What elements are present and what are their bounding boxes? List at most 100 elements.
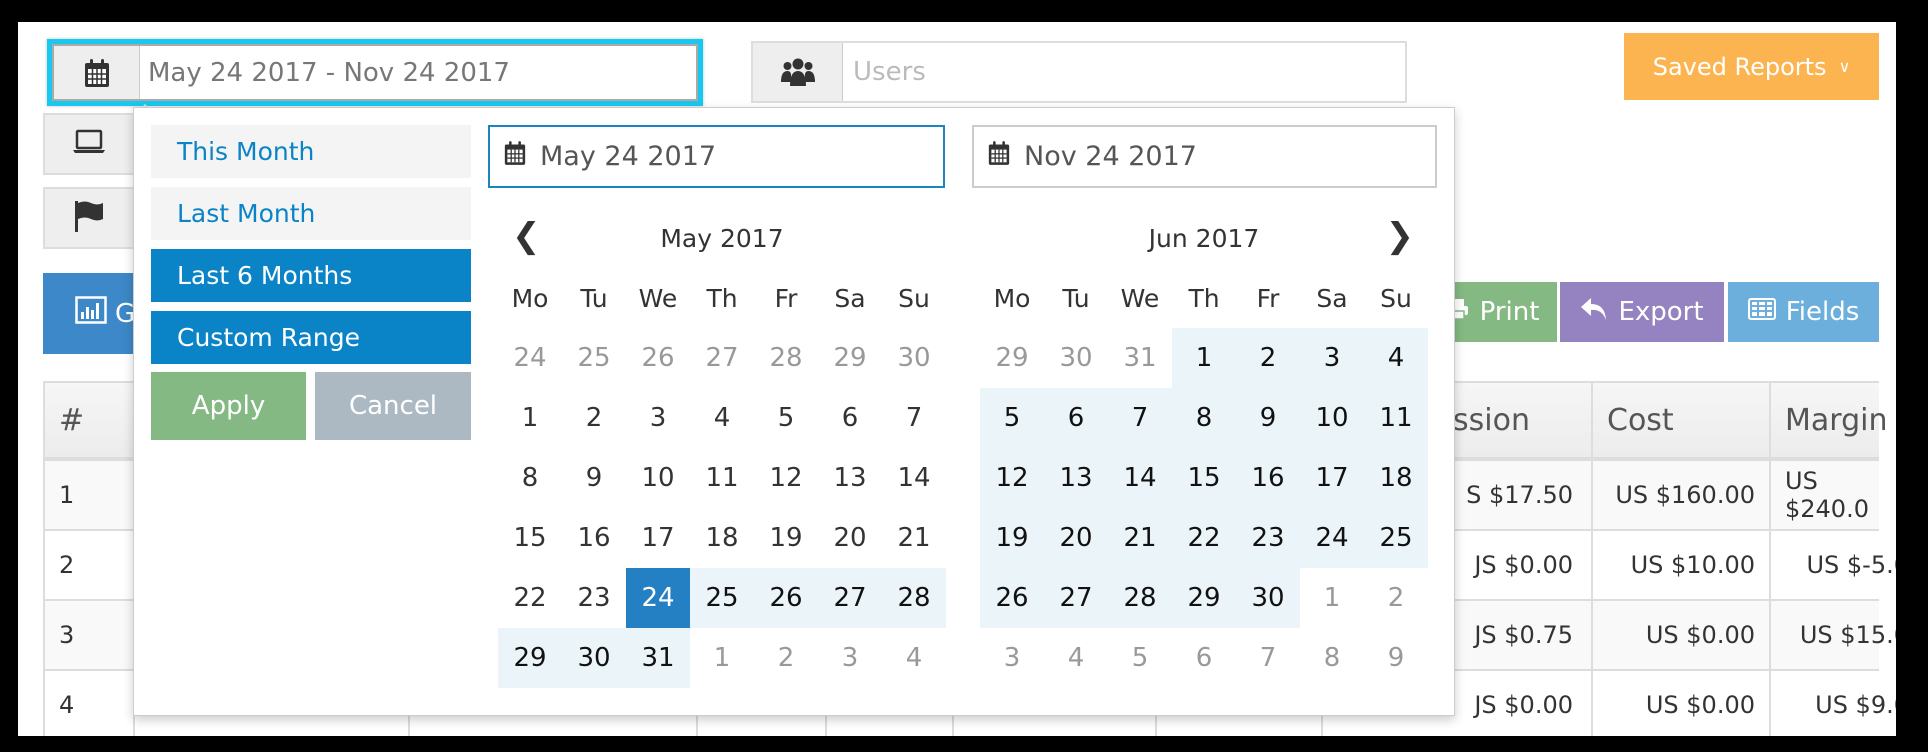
range-option[interactable]: Last 6 Months [151,249,471,302]
calendar-day[interactable]: 30 [882,328,946,388]
calendar-day[interactable]: 8 [1172,388,1236,448]
calendar-day[interactable]: 19 [754,508,818,568]
calendar-day[interactable]: 13 [1044,448,1108,508]
calendar-day[interactable]: 3 [818,628,882,688]
calendar-day[interactable]: 5 [980,388,1044,448]
calendar-day[interactable]: 22 [498,568,562,628]
calendar-day[interactable]: 23 [562,568,626,628]
calendar-day[interactable]: 29 [1172,568,1236,628]
calendar-day[interactable]: 24 [1300,508,1364,568]
calendar-day[interactable]: 1 [498,388,562,448]
calendar-day[interactable]: 11 [690,448,754,508]
calendar-day[interactable]: 1 [1300,568,1364,628]
calendar-day[interactable]: 25 [690,568,754,628]
calendar-day[interactable]: 20 [1044,508,1108,568]
calendar-day[interactable]: 17 [1300,448,1364,508]
calendar-day[interactable]: 20 [818,508,882,568]
calendar-day[interactable]: 3 [626,388,690,448]
calendar-day[interactable]: 28 [754,328,818,388]
calendar-day[interactable]: 6 [1044,388,1108,448]
calendar-day[interactable]: 6 [1172,628,1236,688]
calendar-day[interactable]: 21 [1108,508,1172,568]
header-margin[interactable]: Margin [1769,383,1896,457]
export-button[interactable]: Export [1560,282,1724,342]
calendar-day[interactable]: 27 [690,328,754,388]
calendar-day[interactable]: 24 [626,568,690,628]
calendar-day[interactable]: 25 [1364,508,1428,568]
calendar-day[interactable]: 8 [1300,628,1364,688]
calendar-day[interactable]: 9 [1364,628,1428,688]
calendar-day[interactable]: 4 [1044,628,1108,688]
calendar-day[interactable]: 2 [754,628,818,688]
calendar-day[interactable]: 16 [562,508,626,568]
calendar-day[interactable]: 27 [818,568,882,628]
end-date-input[interactable]: Nov 24 2017 [972,125,1437,188]
range-option[interactable]: Custom Range [151,311,471,364]
date-range-input[interactable]: May 24 2017 - Nov 24 2017 [47,39,703,106]
calendar-day[interactable]: 15 [498,508,562,568]
calendar-day[interactable]: 26 [754,568,818,628]
header-cost[interactable]: Cost [1591,383,1769,457]
calendar-day[interactable]: 4 [690,388,754,448]
calendar-day[interactable]: 8 [498,448,562,508]
cancel-button[interactable]: Cancel [315,372,471,440]
calendar-day[interactable]: 4 [1364,328,1428,388]
calendar-day[interactable]: 5 [1108,628,1172,688]
calendar-day[interactable]: 9 [1236,388,1300,448]
calendar-day[interactable]: 4 [882,628,946,688]
calendar-day[interactable]: 29 [818,328,882,388]
calendar-day[interactable]: 16 [1236,448,1300,508]
flag-filter-button[interactable] [43,187,135,249]
calendar-day[interactable]: 14 [1108,448,1172,508]
calendar-day[interactable]: 2 [562,388,626,448]
calendar-day[interactable]: 7 [882,388,946,448]
calendar-day[interactable]: 17 [626,508,690,568]
calendar-day[interactable]: 28 [882,568,946,628]
calendar-day[interactable]: 18 [690,508,754,568]
calendar-day[interactable]: 12 [980,448,1044,508]
calendar-day[interactable]: 25 [562,328,626,388]
calendar-day[interactable]: 24 [498,328,562,388]
calendar-day[interactable]: 10 [626,448,690,508]
calendar-day[interactable]: 10 [1300,388,1364,448]
apply-button[interactable]: Apply [151,372,306,440]
calendar-day[interactable]: 7 [1108,388,1172,448]
calendar-day[interactable]: 2 [1364,568,1428,628]
calendar-day[interactable]: 31 [1108,328,1172,388]
calendar-day[interactable]: 31 [626,628,690,688]
calendar-day[interactable]: 30 [1044,328,1108,388]
calendar-day[interactable]: 29 [498,628,562,688]
calendar-day[interactable]: 9 [562,448,626,508]
calendar-day[interactable]: 27 [1044,568,1108,628]
next-month-icon[interactable]: ❯ [1386,216,1415,256]
calendar-day[interactable]: 13 [818,448,882,508]
calendar-day[interactable]: 1 [690,628,754,688]
start-date-input[interactable]: May 24 2017 [488,125,945,188]
range-option[interactable]: Last Month [151,187,471,240]
range-option[interactable]: This Month [151,125,471,178]
calendar-day[interactable]: 7 [1236,628,1300,688]
calendar-day[interactable]: 2 [1236,328,1300,388]
users-input[interactable]: Users [751,41,1407,103]
calendar-day[interactable]: 21 [882,508,946,568]
calendar-day[interactable]: 3 [1300,328,1364,388]
header-index[interactable]: # [43,383,133,457]
calendar-day[interactable]: 6 [818,388,882,448]
calendar-day[interactable]: 3 [980,628,1044,688]
calendar-day[interactable]: 1 [1172,328,1236,388]
calendar-day[interactable]: 29 [980,328,1044,388]
calendar-day[interactable]: 5 [754,388,818,448]
saved-reports-button[interactable]: Saved Reports ∨ [1624,33,1879,100]
calendar-day[interactable]: 18 [1364,448,1428,508]
calendar-day[interactable]: 30 [562,628,626,688]
calendar-day[interactable]: 15 [1172,448,1236,508]
calendar-day[interactable]: 23 [1236,508,1300,568]
calendar-day[interactable]: 19 [980,508,1044,568]
calendar-day[interactable]: 28 [1108,568,1172,628]
prev-month-icon[interactable]: ❮ [512,216,541,256]
calendar-day[interactable]: 22 [1172,508,1236,568]
calendar-day[interactable]: 30 [1236,568,1300,628]
calendar-day[interactable]: 26 [626,328,690,388]
calendar-day[interactable]: 11 [1364,388,1428,448]
calendar-day[interactable]: 26 [980,568,1044,628]
